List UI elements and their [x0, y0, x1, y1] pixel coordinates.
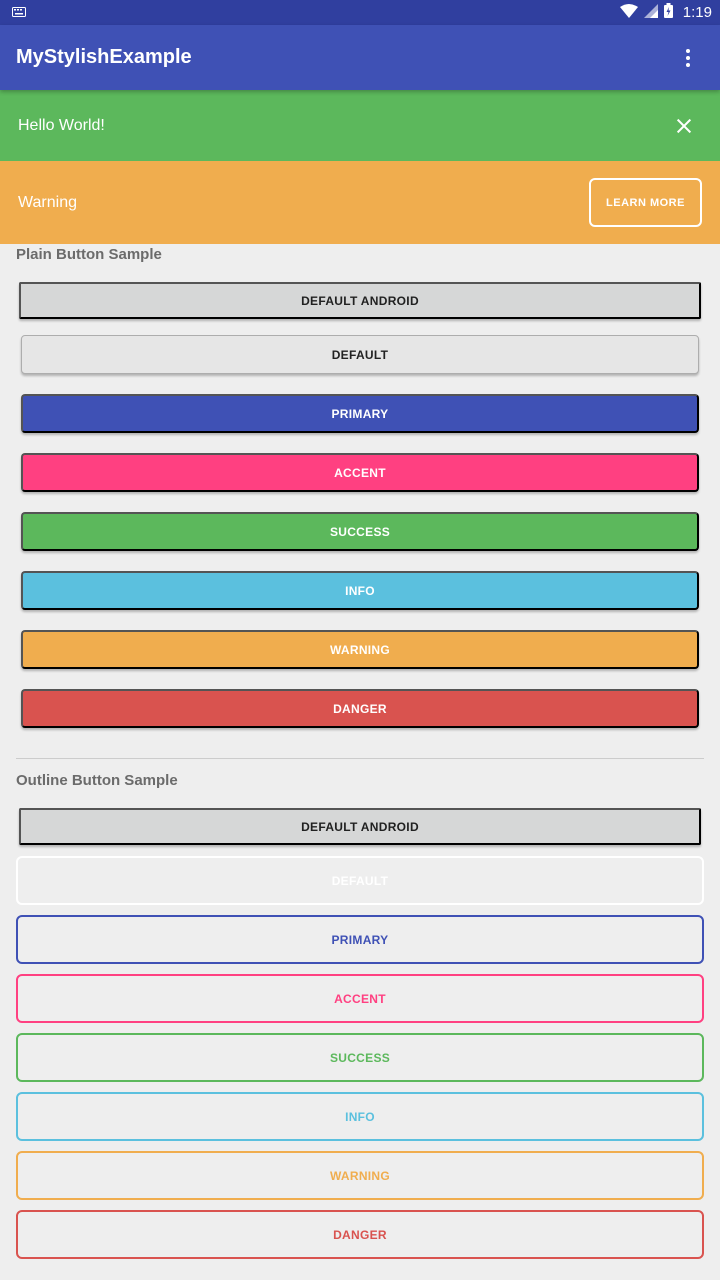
outline-section-title: Outline Button Sample: [16, 772, 178, 789]
plain-section-title: Plain Button Sample: [16, 246, 162, 263]
app-title: MyStylishExample: [16, 46, 192, 68]
warning-alert-message: Warning: [18, 193, 77, 211]
outline-primary-button[interactable]: PRIMARY: [16, 915, 704, 964]
battery-icon: [663, 3, 673, 22]
outline-default-button[interactable]: DEFAULT: [16, 856, 704, 905]
signal-icon: [643, 3, 658, 22]
warning-alert: Warning LEARN MORE: [0, 161, 720, 244]
plain-warning-button[interactable]: WARNING: [21, 630, 699, 669]
outline-danger-button[interactable]: DANGER: [16, 1210, 704, 1259]
outline-accent-button[interactable]: ACCENT: [16, 974, 704, 1023]
outline-success-button[interactable]: SUCCESS: [16, 1033, 704, 1082]
plain-success-button[interactable]: SUCCESS: [21, 512, 699, 551]
close-icon[interactable]: [672, 114, 696, 138]
keyboard-icon: [12, 4, 26, 21]
outline-default-android-button[interactable]: DEFAULT ANDROID: [19, 808, 701, 845]
learn-more-button[interactable]: LEARN MORE: [589, 178, 702, 227]
plain-info-button[interactable]: INFO: [21, 571, 699, 610]
section-divider: [16, 758, 704, 759]
plain-default-android-button[interactable]: DEFAULT ANDROID: [19, 282, 701, 319]
outline-info-button[interactable]: INFO: [16, 1092, 704, 1141]
status-bar: 1:19: [0, 0, 720, 25]
plain-primary-button[interactable]: PRIMARY: [21, 394, 699, 433]
plain-danger-button[interactable]: DANGER: [21, 689, 699, 728]
wifi-icon: [619, 3, 638, 22]
app-bar: MyStylishExample: [0, 25, 720, 90]
plain-accent-button[interactable]: ACCENT: [21, 453, 699, 492]
success-alert: Hello World!: [0, 90, 720, 161]
outline-warning-button[interactable]: WARNING: [16, 1151, 704, 1200]
status-time: 1:19: [682, 4, 712, 21]
success-alert-message: Hello World!: [18, 116, 105, 134]
more-options-icon[interactable]: [676, 46, 700, 70]
plain-default-button[interactable]: DEFAULT: [21, 335, 699, 374]
